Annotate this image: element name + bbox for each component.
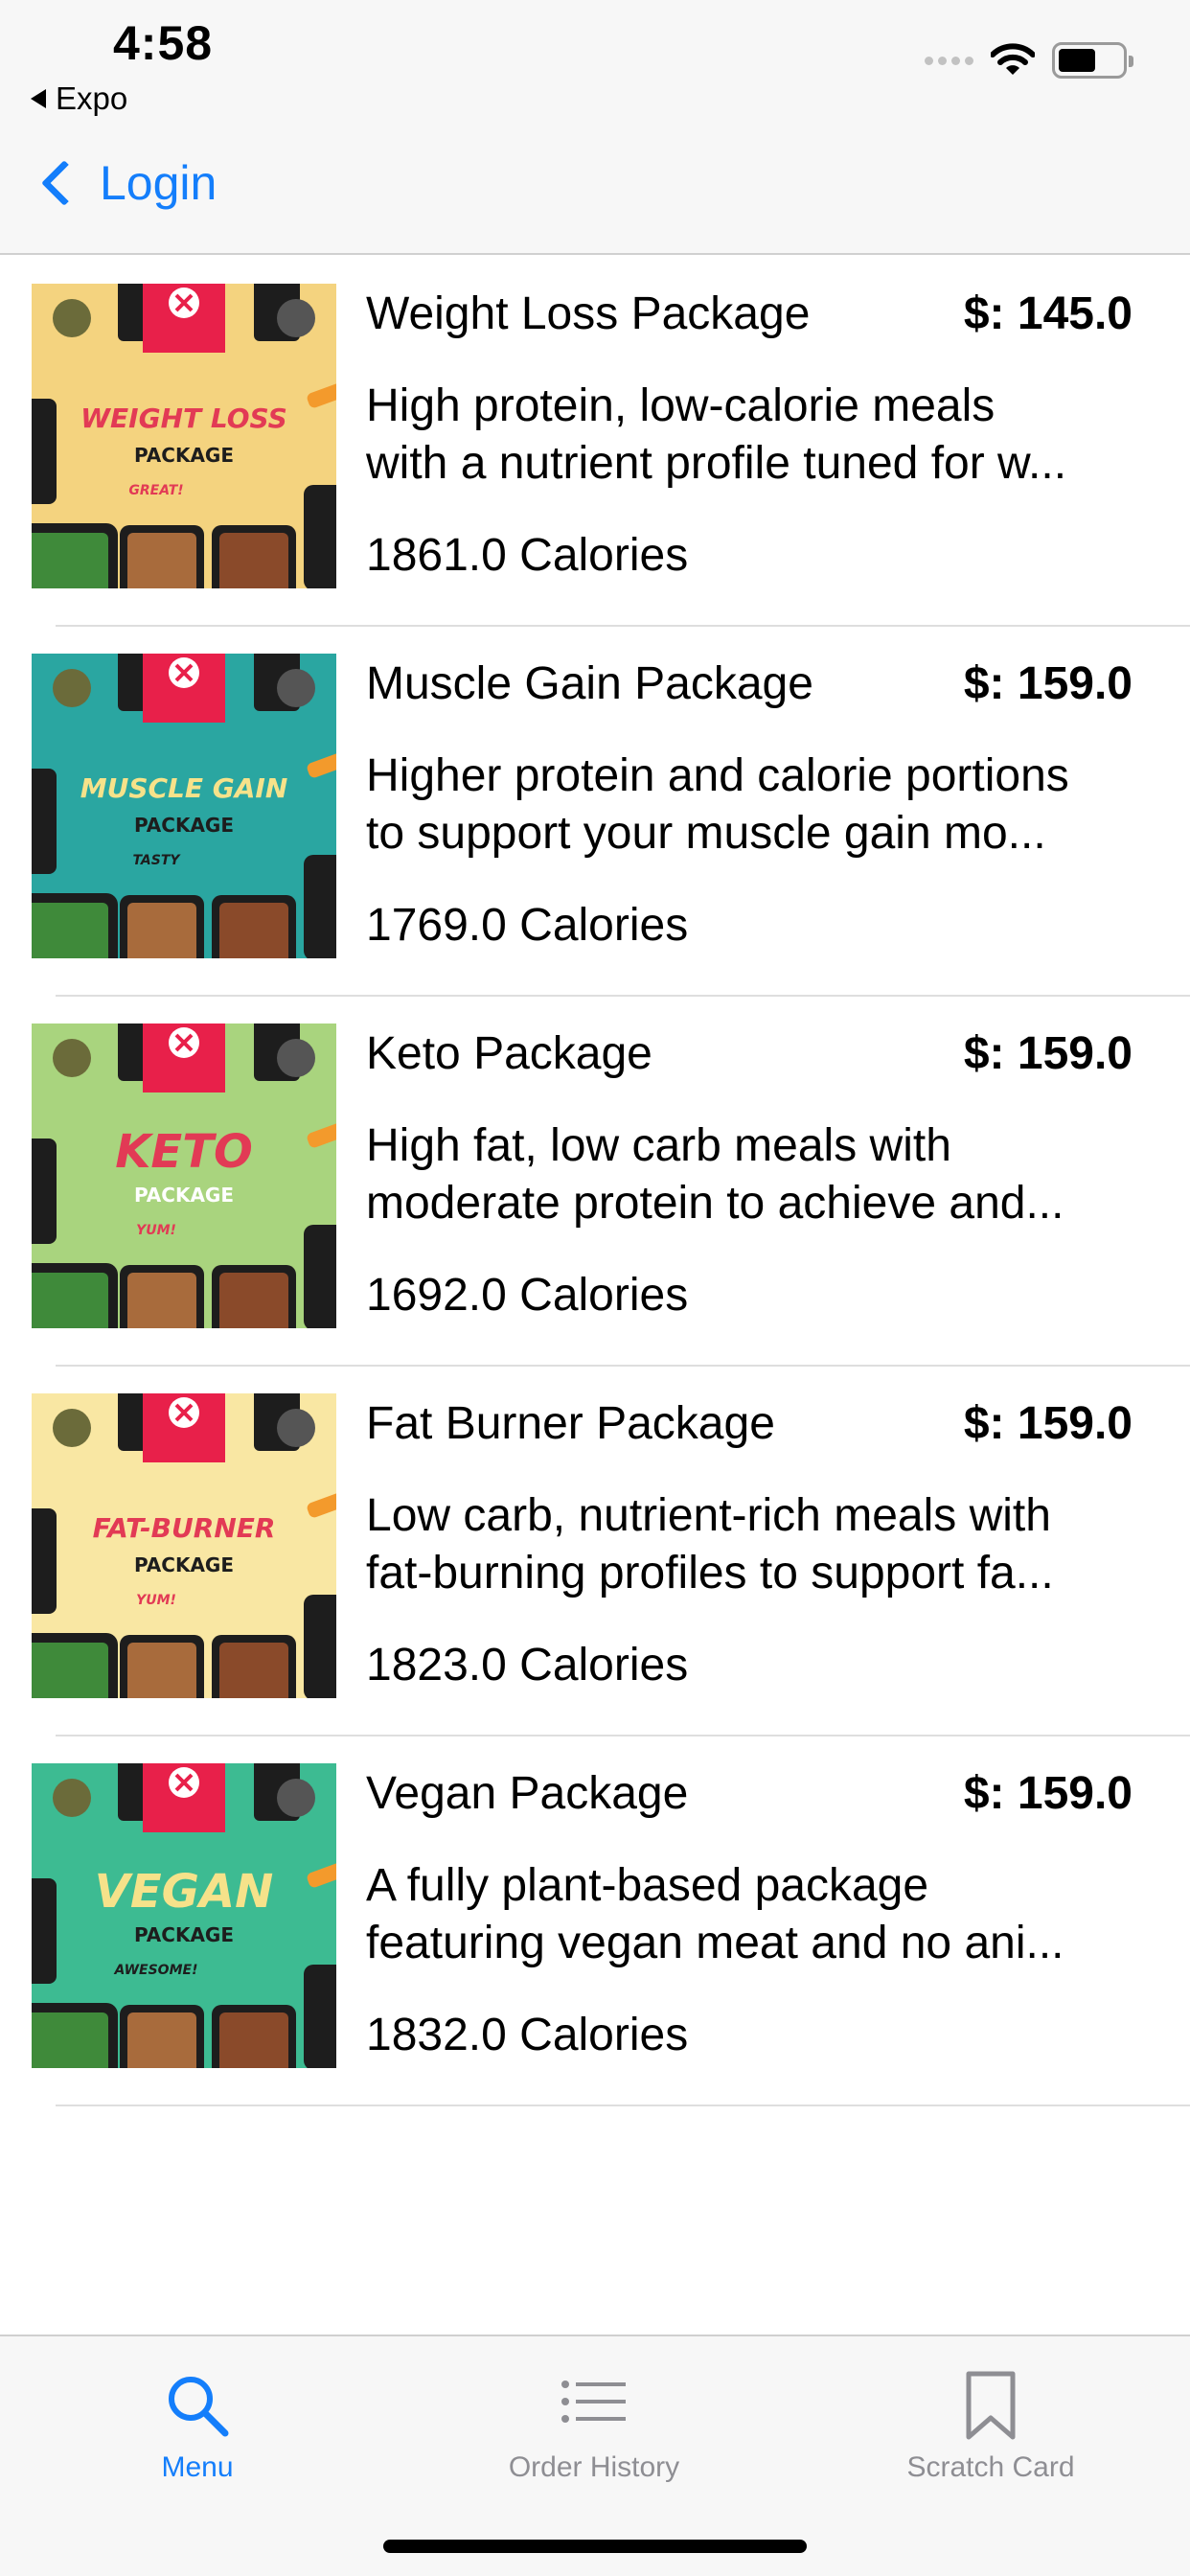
package-description-line: High fat, low carb meals with [366, 1120, 951, 1171]
tab-order-history-label: Order History [508, 2451, 680, 2483]
tab-scratch-card-label: Scratch Card [906, 2451, 1075, 2483]
package-row[interactable]: MUSCLE GAIN PACKAGE TASTY Muscle Gain Pa… [0, 627, 1190, 997]
package-row[interactable]: FAT-BURNER PACKAGE YUM! Fat Burner Packa… [0, 1367, 1190, 1736]
package-description-line: Low carb, nutrient-rich meals with [366, 1490, 1051, 1541]
svg-text:PACKAGE: PACKAGE [134, 1184, 234, 1207]
svg-text:FAT-BURNER: FAT-BURNER [93, 1512, 276, 1544]
svg-text:PACKAGE: PACKAGE [134, 1923, 234, 1946]
package-image: FAT-BURNER PACKAGE YUM! [32, 1393, 336, 1698]
tab-menu-label: Menu [161, 2451, 234, 2483]
package-price: $: 159.0 [963, 1398, 1133, 1449]
package-description: High protein, low-calorie meals with a n… [366, 378, 1142, 493]
package-description: Higher protein and calorie portions to s… [366, 748, 1142, 862]
meal-package-illustration: WEIGHT LOSS PACKAGE GREAT! [32, 284, 336, 588]
package-row[interactable]: VEGAN PACKAGE AWESOME! Vegan Package $: … [0, 1736, 1190, 2106]
package-row[interactable]: KETO PACKAGE YUM! Keto Package $: 159.0 … [0, 997, 1190, 1367]
back-app-label: Expo [56, 80, 128, 116]
svg-text:GREAT!: GREAT! [128, 483, 183, 498]
chevron-left-icon [40, 159, 88, 207]
svg-text:KETO: KETO [115, 1125, 253, 1179]
login-back-button[interactable]: Login [34, 155, 217, 211]
svg-text:PACKAGE: PACKAGE [134, 1553, 234, 1576]
battery-icon [1052, 42, 1133, 79]
meal-package-illustration: VEGAN PACKAGE AWESOME! [32, 1763, 336, 2068]
package-image: WEIGHT LOSS PACKAGE GREAT! [32, 284, 336, 588]
wifi-icon [991, 43, 1035, 75]
package-description: A fully plant-based package featuring ve… [366, 1857, 1142, 1972]
meal-package-illustration: KETO PACKAGE YUM! [32, 1024, 336, 1328]
package-price: $: 159.0 [963, 1028, 1133, 1079]
package-calories: 1861.0 Calories [366, 530, 689, 581]
package-image: KETO PACKAGE YUM! [32, 1024, 336, 1328]
svg-text:VEGAN: VEGAN [95, 1865, 274, 1919]
back-to-app-button[interactable]: Expo [31, 80, 127, 117]
header: 4:58 Expo Login [0, 0, 1190, 255]
login-back-label: Login [100, 156, 217, 210]
svg-text:MUSCLE GAIN: MUSCLE GAIN [80, 772, 288, 804]
package-description-line: to support your muscle gain mo... [366, 808, 1046, 859]
svg-text:TASTY: TASTY [132, 853, 181, 868]
signal-icon [925, 56, 973, 65]
bookmark-icon [966, 2371, 1016, 2440]
package-title: Muscle Gain Package [366, 658, 813, 709]
package-image: VEGAN PACKAGE AWESOME! [32, 1763, 336, 2068]
package-title: Vegan Package [366, 1768, 689, 1819]
package-price: $: 159.0 [963, 658, 1133, 709]
svg-text:YUM!: YUM! [136, 1223, 176, 1238]
tab-order-history[interactable]: Order History [450, 2359, 738, 2484]
package-description-line: Higher protein and calorie portions [366, 750, 1069, 801]
meal-package-illustration: MUSCLE GAIN PACKAGE TASTY [32, 654, 336, 958]
tab-scratch-card[interactable]: Scratch Card [847, 2359, 1134, 2484]
svg-text:AWESOME!: AWESOME! [114, 1963, 198, 1978]
package-calories: 1692.0 Calories [366, 1270, 689, 1321]
home-indicator[interactable] [383, 2540, 807, 2553]
package-calories: 1832.0 Calories [366, 2010, 689, 2060]
package-description-line: with a nutrient profile tuned for w... [366, 438, 1067, 489]
package-description-line: featuring vegan meat and no ani... [366, 1918, 1064, 1968]
package-calories: 1823.0 Calories [366, 1640, 689, 1690]
package-description-line: High protein, low-calorie meals [366, 380, 995, 431]
package-list: WEIGHT LOSS PACKAGE GREAT! Weight Loss P… [0, 257, 1190, 2106]
package-title: Weight Loss Package [366, 288, 811, 339]
package-description-line: fat-burning profiles to support fa... [366, 1548, 1054, 1598]
meal-package-illustration: FAT-BURNER PACKAGE YUM! [32, 1393, 336, 1698]
tab-menu[interactable]: Menu [54, 2359, 341, 2484]
package-row[interactable]: WEIGHT LOSS PACKAGE GREAT! Weight Loss P… [0, 257, 1190, 627]
list-icon [561, 2380, 626, 2423]
package-image: MUSCLE GAIN PACKAGE TASTY [32, 654, 336, 958]
svg-text:PACKAGE: PACKAGE [134, 444, 234, 467]
status-icons [925, 42, 1133, 79]
package-price: $: 159.0 [963, 1768, 1133, 1819]
package-title: Keto Package [366, 1028, 652, 1079]
svg-text:YUM!: YUM! [136, 1593, 176, 1608]
row-divider [56, 2104, 1190, 2106]
package-calories: 1769.0 Calories [366, 900, 689, 951]
package-price: $: 145.0 [963, 288, 1133, 339]
package-description-line: moderate protein to achieve and... [366, 1178, 1064, 1229]
back-triangle-icon [31, 89, 46, 108]
status-time: 4:58 [113, 16, 214, 70]
svg-text:PACKAGE: PACKAGE [134, 814, 234, 837]
search-icon [169, 2377, 229, 2437]
package-description-line: A fully plant-based package [366, 1860, 929, 1911]
package-title: Fat Burner Package [366, 1398, 775, 1449]
svg-text:WEIGHT LOSS: WEIGHT LOSS [80, 402, 287, 434]
package-description: High fat, low carb meals with moderate p… [366, 1117, 1142, 1232]
package-description: Low carb, nutrient-rich meals with fat-b… [366, 1487, 1142, 1602]
